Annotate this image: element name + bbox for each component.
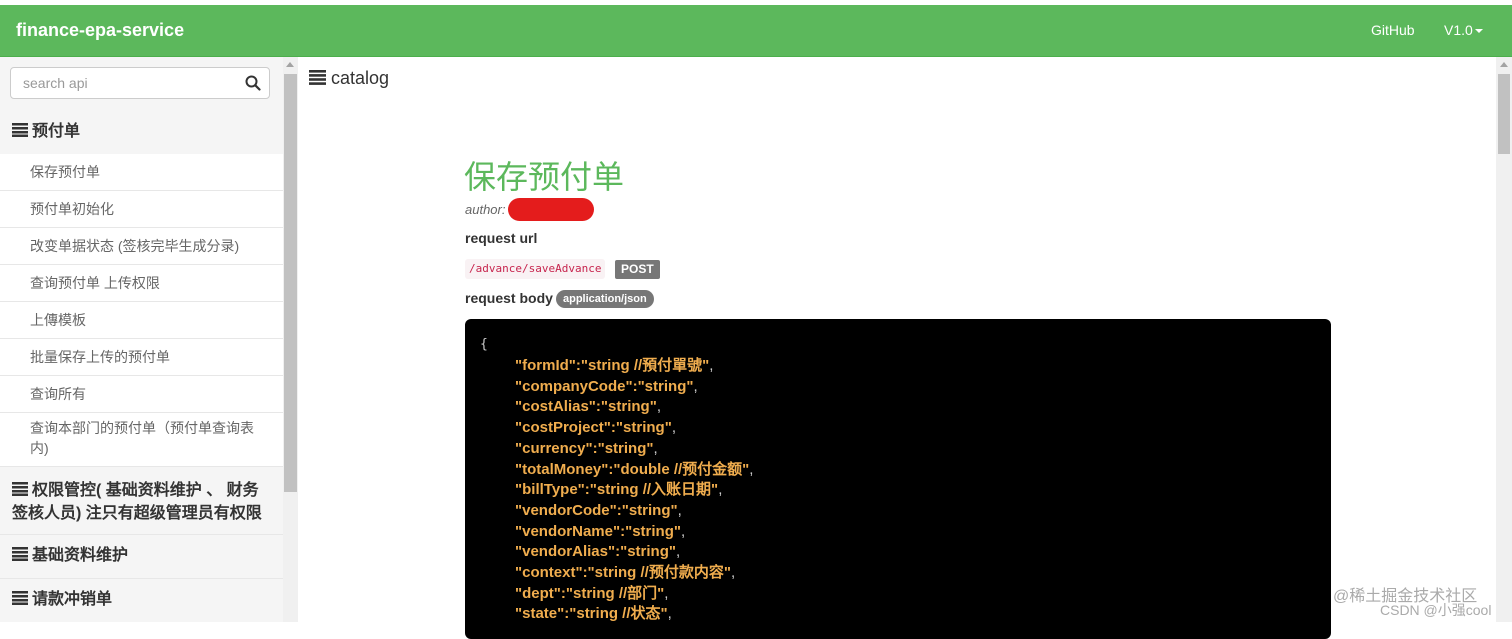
author-label: author: [465, 202, 506, 217]
code-line: "context":"string //预付款内容", [515, 563, 735, 583]
code-line: "companyCode":"string", [515, 377, 698, 397]
sidebar-item-upload-template[interactable]: 上傳模板 [0, 302, 283, 339]
request-body-code: { "formId":"string //預付單號", "companyCode"… [465, 319, 1331, 639]
request-body-label: request body [465, 290, 553, 306]
code-line-text: "totalMoney":"double //预付金额" [515, 460, 750, 478]
catalog-label: catalog [331, 68, 390, 88]
sidebar-item-label: 查询本部门的预付单（预付单查询表内) [30, 420, 254, 456]
watermark-csdn: CSDN @小强cool [1380, 602, 1492, 618]
code-line-punctuation: , [667, 605, 672, 623]
code-line-text: "formId":"string //預付單號" [515, 357, 710, 374]
search-icon[interactable] [245, 75, 261, 91]
code-line-punctuation: , [664, 584, 669, 602]
sidebar-item-query-department[interactable]: 查询本部门的预付单（预付单查询表内) [0, 413, 283, 467]
sidebar-item-query-all[interactable]: 查询所有 [0, 376, 283, 413]
list-icon [12, 482, 28, 496]
code-line: "formId":"string //預付單號", [515, 356, 713, 376]
sidebar-item-label: 预付单初始化 [30, 201, 114, 217]
list-icon [12, 547, 28, 561]
scroll-up-arrow-icon[interactable] [1500, 62, 1508, 67]
sidebar-group-advance[interactable]: 预付单 [12, 120, 80, 143]
sidebar-item-label: 批量保存上传的预付单 [30, 349, 170, 365]
code-line-punctuation: , [718, 481, 723, 499]
code-line-punctuation: , [656, 398, 661, 416]
sidebar: 预付单 保存预付单 预付单初始化 改变单据状态 (签核完毕生成分录) 查询预付单… [0, 57, 283, 622]
sidebar-group-label: 基础资料维护 [32, 547, 129, 564]
sidebar-item-init[interactable]: 预付单初始化 [0, 191, 283, 228]
request-url: /advance/saveAdvance [465, 259, 606, 279]
code-line-punctuation: , [709, 357, 714, 374]
sidebar-group-label: 预付单 [32, 123, 81, 140]
code-line-text: "billType":"string //入账日期" [515, 481, 719, 499]
code-line-text: "costProject":"string" [515, 419, 672, 437]
sidebar-item-label: 上傳模板 [30, 312, 86, 328]
github-link[interactable]: GitHub [1371, 22, 1415, 38]
sidebar-item-label: 保存预付单 [30, 164, 100, 180]
divider [0, 534, 283, 535]
sidebar-item-batch-save[interactable]: 批量保存上传的预付单 [0, 339, 283, 376]
divider [0, 578, 283, 579]
content-type-badge: application/json [556, 290, 654, 308]
version-label: V1.0 [1444, 22, 1473, 38]
code-line: "currency":"string", [515, 439, 658, 459]
brand-title[interactable]: finance-epa-service [16, 20, 184, 41]
code-line-punctuation: , [675, 543, 681, 561]
code-line-punctuation: , [749, 460, 754, 478]
code-line: "vendorCode":"string", [515, 501, 682, 521]
scrollbar-thumb[interactable] [1498, 74, 1510, 154]
code-line: "totalMoney":"double //预付金额", [515, 460, 753, 480]
code-line: "dept":"string //部门", [515, 584, 668, 604]
sidebar-group-basic-data[interactable]: 基础资料维护 [12, 544, 128, 567]
code-line: "costAlias":"string", [515, 397, 661, 417]
code-line-punctuation: , [693, 377, 698, 395]
sidebar-group-writeoff[interactable]: 请款冲销单 [12, 588, 112, 611]
redacted-author-name [508, 198, 594, 221]
code-line: "state":"string //状态", [515, 604, 672, 624]
code-line-text: "vendorAlias":"string" [515, 543, 676, 561]
search-input[interactable] [11, 68, 255, 98]
page-scrollbar[interactable] [1496, 57, 1512, 622]
code-line-punctuation: , [677, 501, 682, 519]
code-line-text: "context":"string //预付款内容" [515, 564, 731, 581]
sidebar-item-change-status[interactable]: 改变单据状态 (签核完毕生成分录) [0, 228, 283, 265]
code-line-punctuation: , [680, 522, 686, 540]
code-open-brace: { [480, 337, 488, 352]
sidebar-item-label: 查询预付单 上传权限 [30, 275, 160, 291]
version-dropdown[interactable]: V1.0 [1444, 22, 1483, 38]
caret-down-icon [1474, 29, 1483, 34]
list-icon [12, 591, 28, 605]
code-line-text: "currency":"string" [515, 439, 654, 457]
sidebar-item-query-upload-permission[interactable]: 查询预付单 上传权限 [0, 265, 283, 302]
sidebar-item-label: 查询所有 [30, 386, 86, 402]
sidebar-group-label: 请款冲销单 [32, 591, 113, 608]
code-line: "vendorAlias":"string", [515, 542, 680, 562]
sidebar-scrollbar[interactable] [283, 57, 298, 622]
navbar: finance-epa-service GitHub V1.0 [0, 5, 1512, 57]
code-line: "billType":"string //入账日期", [515, 480, 722, 500]
sidebar-item-save-advance[interactable]: 保存预付单 [0, 154, 283, 191]
scroll-up-arrow-icon[interactable] [286, 62, 294, 67]
sidebar-group-label: 权限管控( 基础资料维护 、 财务签核人员) 注只有超级管理员有权限 [12, 482, 262, 522]
request-url-label: request url [465, 230, 538, 246]
sidebar-group-permission[interactable]: 权限管控( 基础资料维护 、 财务签核人员) 注只有超级管理员有权限 [12, 479, 272, 525]
code-line-text: "dept":"string //部门" [515, 584, 665, 602]
code-line-text: "companyCode":"string" [515, 377, 694, 395]
code-line-punctuation: , [671, 419, 676, 437]
code-line-text: "state":"string //状态" [515, 605, 668, 623]
list-icon [309, 70, 326, 85]
code-line-text: "vendorCode":"string" [515, 501, 678, 519]
method-badge: POST [615, 260, 660, 279]
scrollbar-thumb[interactable] [284, 74, 297, 492]
search-box [10, 67, 270, 99]
code-line: "costProject":"string", [515, 418, 676, 438]
sidebar-item-label: 改变单据状态 (签核完毕生成分录) [30, 238, 240, 254]
code-line-punctuation: , [653, 439, 658, 457]
code-line-text: "costAlias":"string" [515, 398, 657, 416]
list-icon [12, 123, 28, 137]
code-line-text: "vendorName":"string" [515, 522, 681, 540]
code-line: "vendorName":"string", [515, 522, 685, 542]
page-title: 保存预付单 [464, 159, 625, 195]
code-line-punctuation: , [730, 564, 736, 581]
catalog-toggle[interactable]: catalog [309, 68, 389, 89]
